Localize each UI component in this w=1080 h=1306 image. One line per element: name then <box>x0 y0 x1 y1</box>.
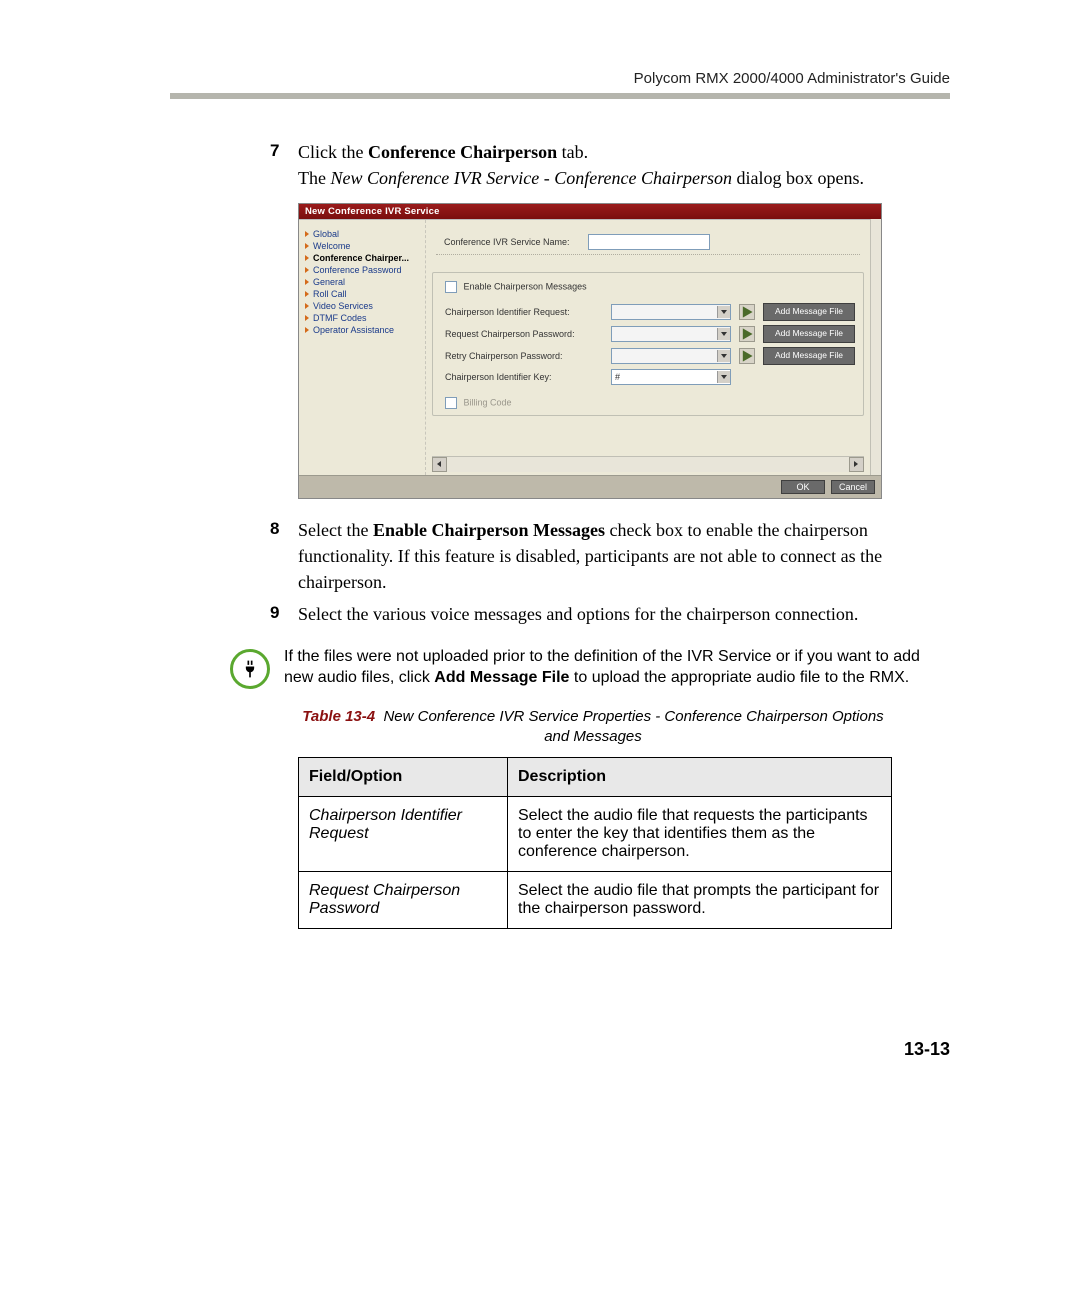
vertical-scrollbar[interactable] <box>870 219 881 475</box>
field-label: Chairperson Identifier Key: <box>445 372 603 382</box>
nav-label: Global <box>313 229 339 239</box>
cancel-button[interactable]: Cancel <box>831 480 875 494</box>
note-callout: If the files were not uploaded prior to … <box>230 646 950 689</box>
enable-chairperson-checkbox[interactable] <box>445 281 457 293</box>
header-rule <box>170 93 950 99</box>
row-request-chair-password: Request Chairperson Password: Add Messag… <box>445 325 855 343</box>
options-table: Field/Option Description Chairperson Ide… <box>298 757 892 929</box>
step7-text: Click the <box>298 142 368 162</box>
add-message-file-button[interactable]: Add Message File <box>763 303 855 321</box>
chevron-right-icon <box>305 303 309 309</box>
nav-welcome[interactable]: Welcome <box>303 240 421 252</box>
step7-italic: New Conference IVR Service - Conference … <box>330 168 732 188</box>
table-header-description: Description <box>508 758 892 797</box>
add-message-file-button[interactable]: Add Message File <box>763 325 855 343</box>
dialog-screenshot: New Conference IVR Service Global Welcom… <box>298 203 882 499</box>
play-icon[interactable] <box>739 326 755 342</box>
step7-text2: tab. <box>557 142 588 162</box>
chevron-down-icon <box>717 306 730 318</box>
nav-conference-chairperson[interactable]: Conference Chairper... <box>303 252 421 264</box>
field-label: Request Chairperson Password: <box>445 329 603 339</box>
note-post: to upload the appropriate audio file to … <box>569 669 909 686</box>
note-bold: Add Message File <box>434 669 569 686</box>
nav-general[interactable]: General <box>303 276 421 288</box>
play-icon[interactable] <box>739 304 755 320</box>
table-cell-desc: Select the audio file that prompts the p… <box>508 872 892 929</box>
running-header: Polycom RMX 2000/4000 Administrator's Gu… <box>170 70 950 87</box>
chevron-right-icon <box>305 279 309 285</box>
nav-global[interactable]: Global <box>303 228 421 240</box>
nav-label: Video Services <box>313 301 373 311</box>
step8-bold: Enable Chairperson Messages <box>373 520 605 540</box>
table-row: Chairperson Identifier Request Select th… <box>299 797 892 872</box>
chevron-right-icon <box>305 291 309 297</box>
nav-video-services[interactable]: Video Services <box>303 300 421 312</box>
page-number: 13-13 <box>170 1039 950 1060</box>
table-cell-field: Chairperson Identifier Request <box>299 797 508 872</box>
step7-line2a: The <box>298 168 330 188</box>
nav-label: Welcome <box>313 241 350 251</box>
ok-button[interactable]: OK <box>781 480 825 494</box>
nav-label: Conference Chairper... <box>313 253 409 263</box>
billing-code-label: Billing Code <box>464 398 512 408</box>
plug-icon <box>230 649 270 689</box>
step-7: 7 Click the Conference Chairperson tab. … <box>270 139 950 191</box>
chevron-right-icon <box>305 327 309 333</box>
add-message-file-button[interactable]: Add Message File <box>763 347 855 365</box>
chevron-down-icon <box>717 350 730 362</box>
row-chair-id-key: Chairperson Identifier Key: # <box>445 369 855 385</box>
step7-bold: Conference Chairperson <box>368 142 557 162</box>
step8-pre: Select the <box>298 520 373 540</box>
chevron-right-icon <box>305 231 309 237</box>
dropdown[interactable] <box>611 326 731 342</box>
dialog-title: New Conference IVR Service <box>299 204 881 219</box>
chevron-right-icon <box>305 267 309 273</box>
nav-label: Roll Call <box>313 289 347 299</box>
dropdown[interactable] <box>611 304 731 320</box>
row-retry-chair-password: Retry Chairperson Password: Add Message … <box>445 347 855 365</box>
nav-label: Conference Password <box>313 265 402 275</box>
step7-line2b: dialog box opens. <box>732 168 864 188</box>
enable-chairperson-label: Enable Chairperson Messages <box>464 282 587 292</box>
nav-label: General <box>313 277 345 287</box>
horizontal-scrollbar[interactable] <box>432 456 864 472</box>
table-row: Request Chairperson Password Select the … <box>299 872 892 929</box>
dropdown[interactable] <box>611 348 731 364</box>
field-label: Retry Chairperson Password: <box>445 351 603 361</box>
chevron-right-icon <box>305 255 309 261</box>
step-9: 9 Select the various voice messages and … <box>270 601 950 627</box>
scroll-right-icon[interactable] <box>849 457 864 472</box>
table-caption-number: Table 13-4 <box>302 708 375 725</box>
nav-label: DTMF Codes <box>313 313 367 323</box>
table-header-field: Field/Option <box>299 758 508 797</box>
nav-conference-password[interactable]: Conference Password <box>303 264 421 276</box>
chevron-right-icon <box>305 243 309 249</box>
chevron-down-icon <box>717 371 730 383</box>
field-label: Chairperson Identifier Request: <box>445 307 603 317</box>
scroll-left-icon[interactable] <box>432 457 447 472</box>
nav-operator-assistance[interactable]: Operator Assistance <box>303 324 421 336</box>
service-name-input[interactable] <box>588 234 710 250</box>
service-name-label: Conference IVR Service Name: <box>444 237 570 247</box>
step-8: 8 Select the Enable Chairperson Messages… <box>270 517 950 595</box>
dropdown[interactable]: # <box>611 369 731 385</box>
billing-code-checkbox[interactable] <box>445 397 457 409</box>
table-cell-desc: Select the audio file that requests the … <box>508 797 892 872</box>
dropdown-value: # <box>612 372 620 382</box>
step-number: 7 <box>270 139 298 191</box>
step9-text: Select the various voice messages and op… <box>298 601 950 627</box>
chevron-right-icon <box>305 315 309 321</box>
play-icon[interactable] <box>739 348 755 364</box>
dialog-nav: Global Welcome Conference Chairper... Co… <box>299 220 426 475</box>
table-caption: Table 13-4 New Conference IVR Service Pr… <box>298 707 888 748</box>
table-cell-field: Request Chairperson Password <box>299 872 508 929</box>
nav-dtmf-codes[interactable]: DTMF Codes <box>303 312 421 324</box>
nav-label: Operator Assistance <box>313 325 394 335</box>
row-chair-id-request: Chairperson Identifier Request: Add Mess… <box>445 303 855 321</box>
step-number: 8 <box>270 517 298 595</box>
step-number: 9 <box>270 601 298 627</box>
chevron-down-icon <box>717 328 730 340</box>
table-caption-text: New Conference IVR Service Properties - … <box>383 708 883 745</box>
nav-roll-call[interactable]: Roll Call <box>303 288 421 300</box>
